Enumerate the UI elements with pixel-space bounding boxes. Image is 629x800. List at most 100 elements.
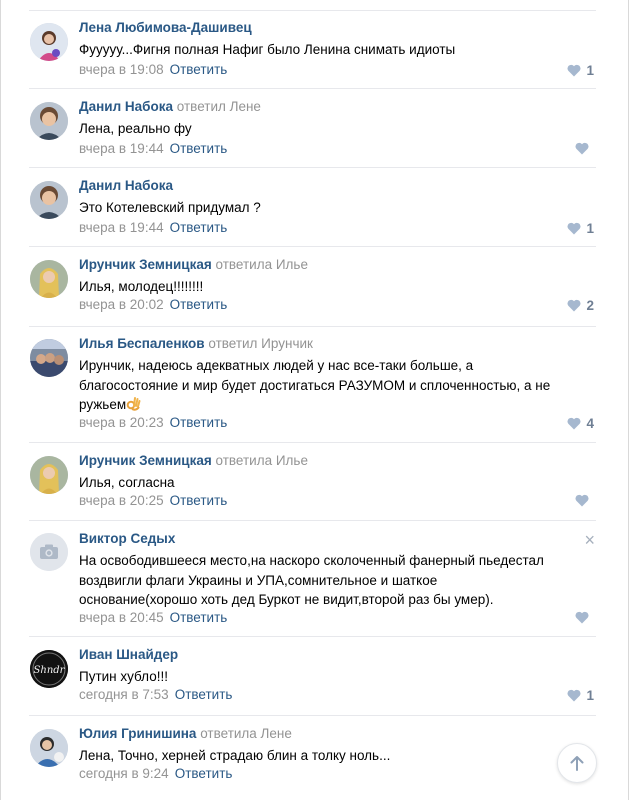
divider <box>29 246 596 247</box>
like-button[interactable] <box>575 611 594 624</box>
author-link[interactable]: Ирунчик Земницкая <box>79 453 212 468</box>
comment-date[interactable]: сегодня в 7:53 <box>79 687 169 702</box>
comment-text-fragment: ружьем <box>79 397 127 412</box>
reply-button[interactable]: Ответить <box>170 141 228 156</box>
comment-date[interactable]: вчера в 19:44 <box>79 220 164 235</box>
divider <box>29 167 596 168</box>
like-button[interactable] <box>575 494 594 507</box>
like-button[interactable] <box>575 142 594 155</box>
scroll-to-top-button[interactable] <box>557 743 597 783</box>
avatar[interactable] <box>30 102 68 140</box>
comment-text-line: благосостояние и мир будет достигаться Р… <box>79 377 551 393</box>
avatar[interactable] <box>30 729 68 767</box>
heart-icon <box>567 689 581 702</box>
comment-text: Ирунчик, надеюсь адекватных людей у нас … <box>79 356 599 415</box>
replied-to[interactable]: ответила Илье <box>216 453 308 468</box>
like-count: 1 <box>586 688 594 703</box>
comment-meta: сегодня в 7:53 Ответить <box>79 687 232 702</box>
comment-date[interactable]: вчера в 20:25 <box>79 493 164 508</box>
author-link[interactable]: Илья Беспаленков <box>79 336 205 351</box>
like-count: 1 <box>586 63 594 78</box>
like-count: 1 <box>586 221 594 236</box>
author-link[interactable]: Ирунчик Земницкая <box>79 257 212 272</box>
author-line: Илья Беспаленков ответил Ирунчик <box>79 336 313 351</box>
heart-icon <box>575 494 589 507</box>
author-link[interactable]: Юлия Гринишина <box>79 726 196 741</box>
divider <box>29 326 596 327</box>
author-line: Лена Любимова-Дашивец <box>79 20 252 35</box>
author-link[interactable]: Иван Шнайдер <box>79 647 178 662</box>
comment-meta: сегодня в 9:24 Ответить <box>79 766 232 781</box>
camera-icon <box>30 533 68 571</box>
comment-meta: вчера в 20:23 Ответить <box>79 415 227 430</box>
avatar[interactable] <box>30 533 68 571</box>
comment-date[interactable]: вчера в 20:45 <box>79 610 164 625</box>
comment-date[interactable]: вчера в 19:08 <box>79 62 164 77</box>
comment-text: Илья, молодец!!!!!!!! <box>79 279 204 294</box>
comment-text-line: Ирунчик, надеюсь адекватных людей у нас … <box>79 358 474 373</box>
author-link[interactable]: Виктор Седых <box>79 531 175 546</box>
like-button[interactable]: 1 <box>567 688 594 703</box>
reply-button[interactable]: Ответить <box>170 297 228 312</box>
author-link[interactable]: Данил Набока <box>79 99 173 114</box>
comment-meta: вчера в 20:02 Ответить <box>79 297 227 312</box>
comment-text: Это Котелевский придумал ? <box>79 200 261 215</box>
author-link[interactable]: Лена Любимова-Дашивец <box>79 20 252 35</box>
replied-to[interactable]: ответил Лене <box>177 99 261 114</box>
divider <box>29 715 596 716</box>
like-button[interactable]: 4 <box>567 416 594 431</box>
reply-button[interactable]: Ответить <box>175 687 233 702</box>
like-count: 4 <box>586 416 594 431</box>
comment-date[interactable]: вчера в 19:44 <box>79 141 164 156</box>
comment-text: Лена, реально фу <box>79 121 192 136</box>
author-line: Иван Шнайдер <box>79 647 178 662</box>
like-button[interactable]: 1 <box>567 63 594 78</box>
author-line: Данил Набока <box>79 178 173 193</box>
divider <box>29 10 596 11</box>
close-icon[interactable]: × <box>584 531 595 549</box>
comment-text: На освободившееся место,на наскоро сколо… <box>79 551 599 610</box>
comment-date[interactable]: вчера в 20:23 <box>79 415 164 430</box>
heart-icon <box>567 299 581 312</box>
comment-date[interactable]: сегодня в 9:24 <box>79 766 169 781</box>
comment-meta: вчера в 20:45 Ответить <box>79 610 227 625</box>
replied-to[interactable]: ответила Илье <box>216 257 308 272</box>
avatar[interactable] <box>30 23 68 61</box>
avatar[interactable] <box>30 181 68 219</box>
replied-to[interactable]: ответил Ирунчик <box>208 336 313 351</box>
comment-meta: вчера в 19:44 Ответить <box>79 141 227 156</box>
replied-to[interactable]: ответила Лене <box>200 726 292 741</box>
divider <box>29 442 596 443</box>
comment-meta: вчера в 19:08 Ответить <box>79 62 227 77</box>
avatar[interactable] <box>30 456 68 494</box>
heart-icon <box>575 611 589 624</box>
comment-text-line: ружьем <box>79 395 599 415</box>
comment-text: Путин хубло!!! <box>79 669 168 684</box>
logo-text: Shndr <box>34 665 66 676</box>
comment-meta: вчера в 19:44 Ответить <box>79 220 227 235</box>
divider <box>29 636 596 637</box>
reply-button[interactable]: Ответить <box>170 220 228 235</box>
reply-button[interactable]: Ответить <box>170 493 228 508</box>
reply-button[interactable]: Ответить <box>170 415 228 430</box>
avatar[interactable] <box>30 339 68 377</box>
comment-date[interactable]: вчера в 20:02 <box>79 297 164 312</box>
divider <box>29 520 596 521</box>
like-button[interactable]: 2 <box>567 298 594 313</box>
author-link[interactable]: Данил Набока <box>79 178 173 193</box>
heart-icon <box>567 222 581 235</box>
author-line: Юлия Гринишина ответила Лене <box>79 726 292 741</box>
avatar[interactable]: Shndr <box>30 650 68 688</box>
heart-icon <box>567 64 581 77</box>
comment-text-line: На освободившееся место,на наскоро сколо… <box>79 553 544 568</box>
author-line: Данил Набока ответил Лене <box>79 99 261 114</box>
reply-button[interactable]: Ответить <box>170 62 228 77</box>
reply-button[interactable]: Ответить <box>175 766 233 781</box>
comment-text: Фууууу...Фигня полная Нафиг было Ленина … <box>79 42 456 57</box>
author-line: Ирунчик Земницкая ответила Илье <box>79 257 308 272</box>
reply-button[interactable]: Ответить <box>170 610 228 625</box>
like-button[interactable]: 1 <box>567 221 594 236</box>
ok-hand-emoji-icon <box>126 397 141 411</box>
comments-panel: Лена Любимова-Дашивец Фууууу...Фигня пол… <box>0 0 629 800</box>
avatar[interactable] <box>30 260 68 298</box>
